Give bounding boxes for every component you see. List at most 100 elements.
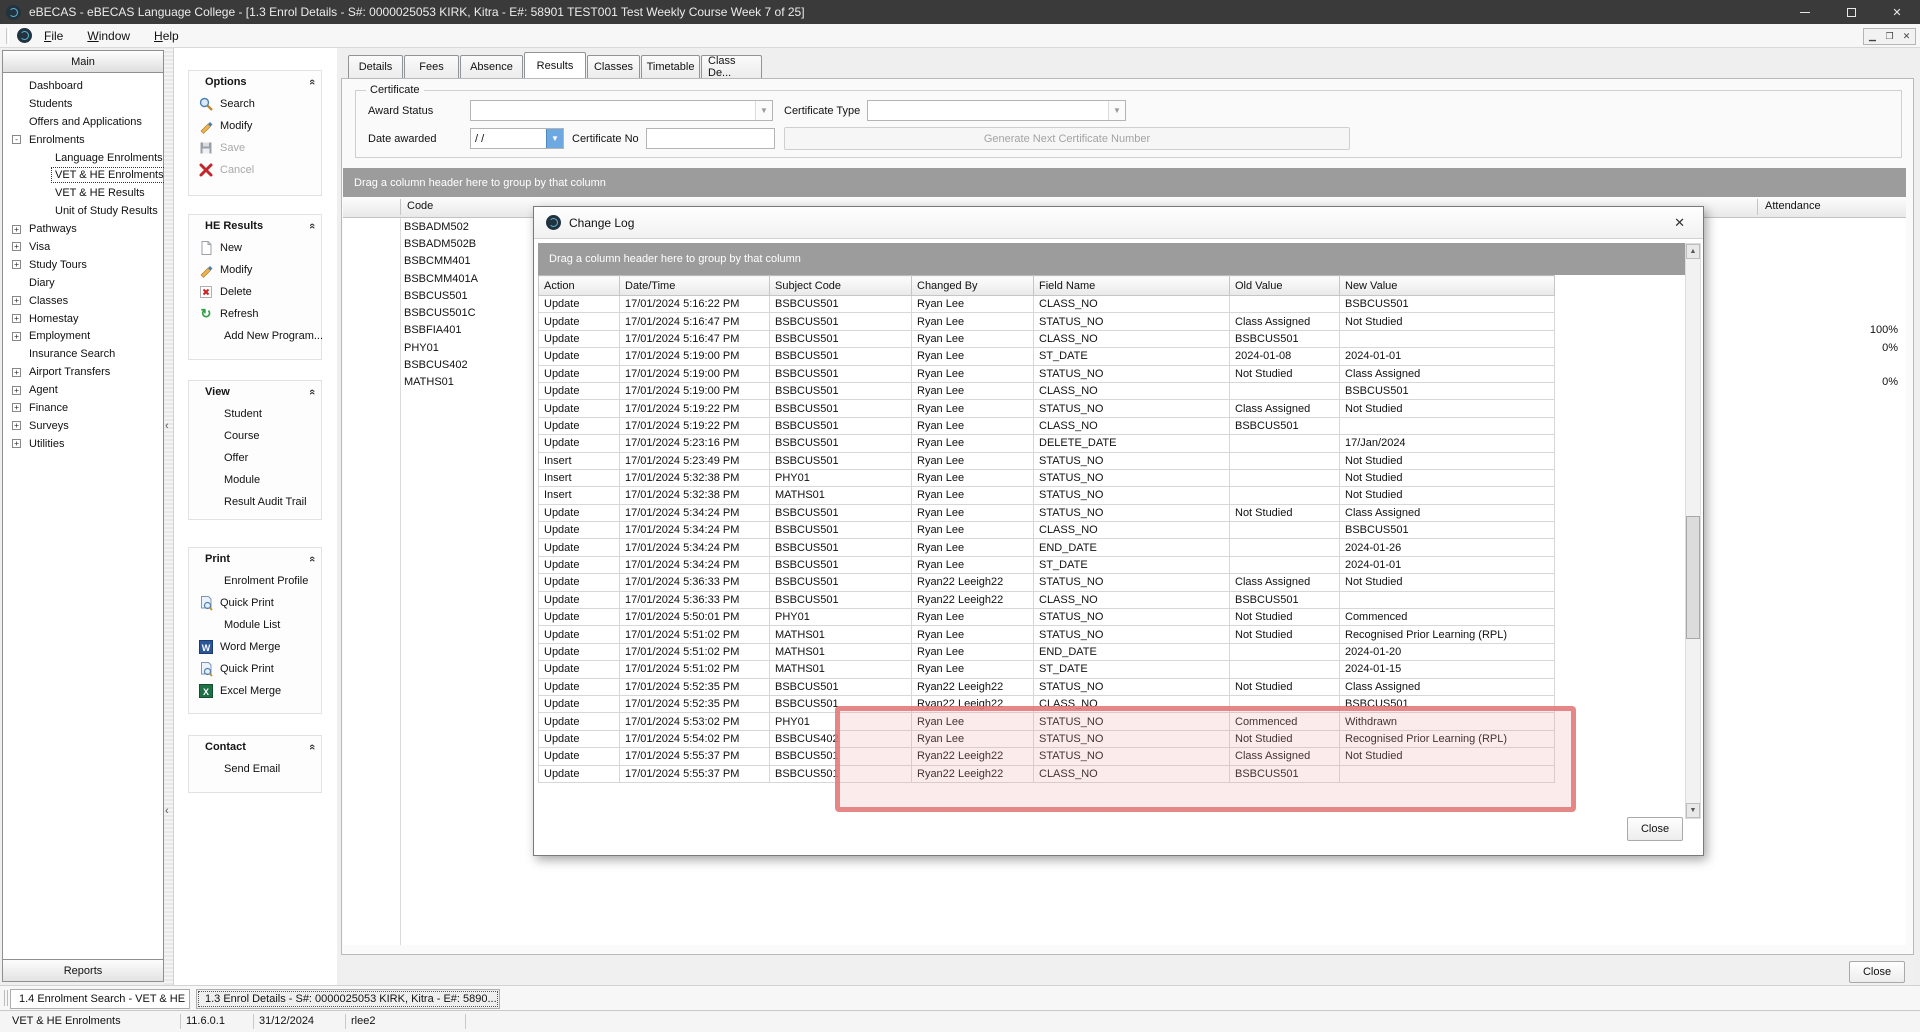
attendance-column-header[interactable]: Attendance [1765,200,1821,212]
scroll-up-icon[interactable]: ▲ [1686,244,1700,259]
dialog-title-bar[interactable]: Change Log ✕ [534,207,1703,239]
chevron-up-icon[interactable]: « [306,556,318,562]
expand-box-icon[interactable]: + [12,421,21,430]
dialog-vertical-scrollbar[interactable]: ▲ ▼ [1685,243,1701,819]
scroll-down-icon[interactable]: ▼ [1686,803,1700,818]
sidebar-item-students[interactable]: Students [5,95,161,113]
main-close-button[interactable]: Close [1849,961,1905,983]
sidebar-item-offers-applications[interactable]: Offers and Applications [5,113,161,131]
sidebar-item-homestay[interactable]: +Homestay [5,310,161,328]
refresh-button[interactable]: ↻ Refresh [189,303,321,325]
menu-help[interactable]: Help [142,26,191,46]
dropdown-arrow-icon[interactable]: ▼ [546,129,563,148]
enrolment-profile-button[interactable]: Enrolment Profile [189,570,321,592]
save-button[interactable]: Save [189,137,321,159]
expand-box-icon[interactable]: + [12,403,21,412]
change-log-row[interactable]: Update 17/01/2024 5:52:35 PM BSBCUS501 R… [539,678,1555,695]
column-header-datetime[interactable]: Date/Time [620,276,770,296]
change-log-row[interactable]: Update 17/01/2024 5:23:16 PM BSBCUS501 R… [539,435,1555,452]
dialog-close-x-icon[interactable]: ✕ [1668,213,1691,233]
change-log-row[interactable]: Update 17/01/2024 5:34:24 PM BSBCUS501 R… [539,522,1555,539]
collapse-box-icon[interactable]: - [12,135,21,144]
module-list-button[interactable]: Module List [189,614,321,636]
change-log-row[interactable]: Update 17/01/2024 5:19:00 PM BSBCUS501 R… [539,365,1555,382]
expand-box-icon[interactable]: + [12,368,21,377]
change-log-row[interactable]: Update 17/01/2024 5:51:02 PM MATHS01 Rya… [539,661,1555,678]
change-log-row[interactable]: Update 17/01/2024 5:16:47 PM BSBCUS501 R… [539,330,1555,347]
collapse-chevron-icon[interactable]: ‹ [165,420,169,432]
tab-class-details[interactable]: Class De... [701,55,762,78]
change-log-row[interactable]: Update 17/01/2024 5:36:33 PM BSBCUS501 R… [539,591,1555,608]
excel-merge-button[interactable]: X Excel Merge [189,680,321,702]
date-awarded-picker[interactable]: / / ▼ [470,128,564,149]
add-new-program-button[interactable]: Add New Program... [189,325,321,347]
generate-certificate-button[interactable]: Generate Next Certificate Number [784,127,1350,150]
change-log-row[interactable]: Update 17/01/2024 5:34:24 PM BSBCUS501 R… [539,504,1555,521]
task-tab-enrolment-search[interactable]: 1.4 Enrolment Search - VET & HE [10,989,190,1009]
task-tab-enrol-details[interactable]: 1.3 Enrol Details - S#: 0000025053 KIRK,… [196,989,500,1009]
tab-results[interactable]: Results [524,52,586,78]
change-log-row[interactable]: Update 17/01/2024 5:19:22 PM BSBCUS501 R… [539,417,1555,434]
view-course-button[interactable]: Course [189,425,321,447]
change-log-row[interactable]: Insert 17/01/2024 5:32:38 PM MATHS01 Rya… [539,487,1555,504]
tab-fees[interactable]: Fees [404,55,459,78]
change-log-row[interactable]: Update 17/01/2024 5:51:02 PM MATHS01 Rya… [539,643,1555,660]
mdi-close-icon[interactable]: ✕ [1898,29,1915,44]
new-button[interactable]: New [189,237,321,259]
expand-box-icon[interactable]: + [12,314,21,323]
expand-box-icon[interactable]: + [12,225,21,234]
change-log-row[interactable]: Update 17/01/2024 5:50:01 PM PHY01 Ryan … [539,609,1555,626]
tab-timetable[interactable]: Timetable [641,55,700,78]
change-log-row[interactable]: Update 17/01/2024 5:16:22 PM BSBCUS501 R… [539,296,1555,313]
sidebar-item-study-tours[interactable]: +Study Tours [5,256,161,274]
view-result-audit-trail-button[interactable]: Result Audit Trail [189,491,321,513]
code-column-header[interactable]: Code [407,200,433,212]
reports-bar[interactable]: Reports [3,959,163,981]
mdi-minimize-icon[interactable]: ▁ [1864,29,1881,44]
menu-file[interactable]: File [32,26,75,46]
change-log-row[interactable]: Update 17/01/2024 5:34:24 PM BSBCUS501 R… [539,556,1555,573]
change-log-row[interactable]: Update 17/01/2024 5:51:02 PM MATHS01 Rya… [539,626,1555,643]
maximize-button[interactable] [1828,0,1874,24]
change-log-row[interactable]: Update 17/01/2024 5:19:22 PM BSBCUS501 R… [539,400,1555,417]
change-log-row[interactable]: Update 17/01/2024 5:36:33 PM BSBCUS501 R… [539,574,1555,591]
change-log-row[interactable]: Update 17/01/2024 5:19:00 PM BSBCUS501 R… [539,382,1555,399]
collapse-chevron-icon[interactable]: ‹ [165,805,169,817]
chevron-up-icon[interactable]: « [306,744,318,750]
sidebar-item-finance[interactable]: +Finance [5,399,161,417]
change-log-row[interactable]: Update 17/01/2024 5:34:24 PM BSBCUS501 R… [539,539,1555,556]
chevron-up-icon[interactable]: « [306,223,318,229]
change-log-row[interactable]: Insert 17/01/2024 5:23:49 PM BSBCUS501 R… [539,452,1555,469]
change-log-row[interactable]: Update 17/01/2024 5:19:00 PM BSBCUS501 R… [539,348,1555,365]
sidebar-item-agent[interactable]: +Agent [5,381,161,399]
sidebar-item-vet-he-enrolments[interactable]: VET & HE Enrolments [5,166,161,184]
column-header-changed-by[interactable]: Changed By [912,276,1034,296]
view-offer-button[interactable]: Offer [189,447,321,469]
delete-button[interactable]: Delete [189,281,321,303]
sidebar-item-utilities[interactable]: +Utilities [5,435,161,453]
view-module-button[interactable]: Module [189,469,321,491]
tab-details[interactable]: Details [348,55,403,78]
expand-box-icon[interactable]: + [12,439,21,448]
column-header-action[interactable]: Action [539,276,620,296]
sidebar-splitter[interactable]: ‹ ‹ [164,48,174,985]
modify-button[interactable]: Modify [189,115,321,137]
sidebar-item-diary[interactable]: Diary [5,274,161,292]
word-merge-button[interactable]: W Word Merge [189,636,321,658]
modify-result-button[interactable]: Modify [189,259,321,281]
sidebar-item-pathways[interactable]: +Pathways [5,220,161,238]
chevron-up-icon[interactable]: « [306,389,318,395]
award-status-combobox[interactable]: ▼ [470,100,773,121]
sidebar-item-insurance-search[interactable]: Insurance Search [5,345,161,363]
sidebar-item-unit-of-study-results[interactable]: Unit of Study Results [5,202,161,220]
cancel-button[interactable]: Cancel [189,159,321,181]
sidebar-item-dashboard[interactable]: Dashboard [5,77,161,95]
sidebar-item-visa[interactable]: +Visa [5,238,161,256]
certificate-type-combobox[interactable]: ▼ [867,100,1126,121]
column-header-old-value[interactable]: Old Value [1230,276,1340,296]
quick-print-button[interactable]: Quick Print [189,592,321,614]
column-header-new-value[interactable]: New Value [1340,276,1555,296]
expand-box-icon[interactable]: + [12,296,21,305]
tab-classes[interactable]: Classes [587,55,640,78]
column-header-subject-code[interactable]: Subject Code [770,276,912,296]
